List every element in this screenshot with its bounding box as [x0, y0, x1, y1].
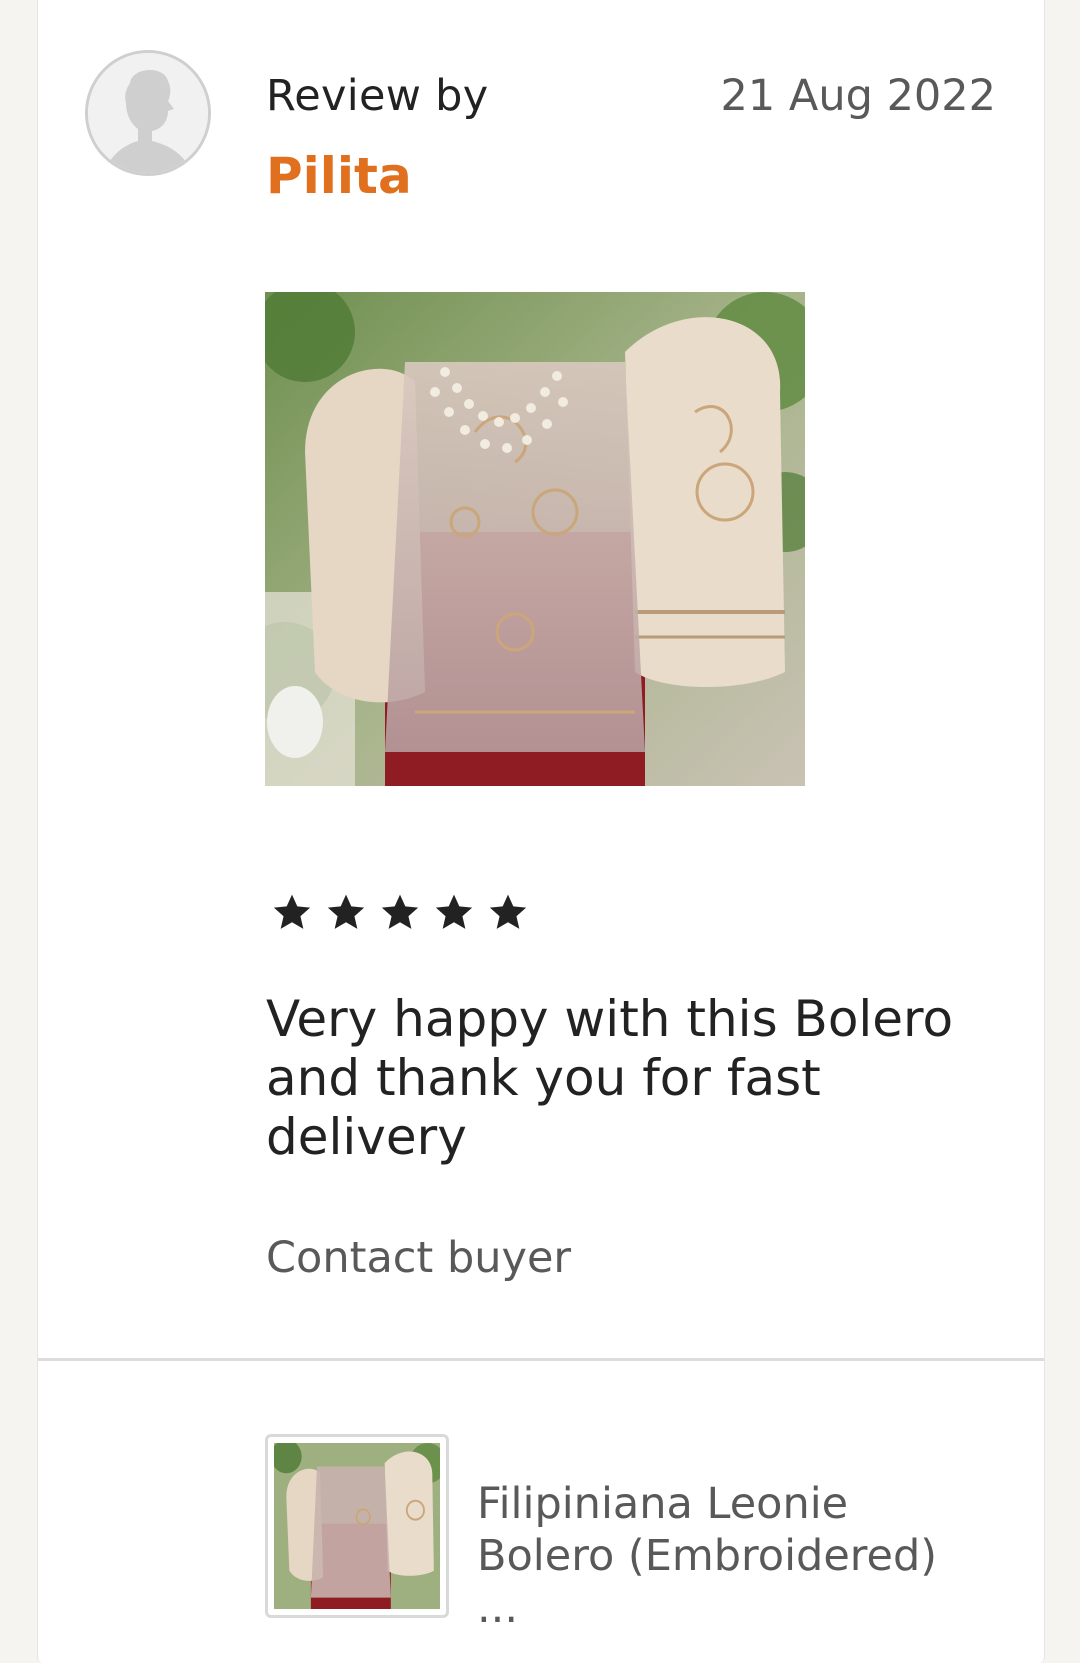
star-filled-icon	[489, 894, 527, 929]
default-user-avatar-icon	[88, 53, 208, 173]
reviewer-avatar[interactable]	[85, 50, 211, 176]
contact-buyer-link[interactable]: Contact buyer	[266, 1232, 571, 1284]
section-divider	[38, 1358, 1044, 1361]
review-date: 21 Aug 2022	[720, 71, 996, 121]
reviewer-name-link[interactable]: Pilita	[266, 146, 412, 206]
star-rating	[270, 890, 530, 934]
star-filled-icon	[435, 894, 473, 929]
review-by-label: Review by	[266, 71, 489, 121]
listing-thumbnail[interactable]	[265, 1434, 449, 1618]
listing-item[interactable]: Filipiniana Leonie Bolero (Embroidered) …	[265, 1434, 985, 1633]
review-photo[interactable]	[265, 292, 805, 786]
review-card: Review by 21 Aug 2022 Pilita Very happy …	[37, 0, 1045, 1663]
bolero-thumbnail-image	[274, 1443, 440, 1609]
star-filled-icon	[381, 894, 419, 929]
bolero-photo-image	[265, 292, 805, 786]
review-text: Very happy with this Bolero and thank yo…	[266, 990, 954, 1166]
star-filled-icon	[273, 894, 311, 929]
listing-title-link[interactable]: Filipiniana Leonie Bolero (Embroidered) …	[477, 1478, 987, 1634]
star-filled-icon	[327, 894, 365, 929]
